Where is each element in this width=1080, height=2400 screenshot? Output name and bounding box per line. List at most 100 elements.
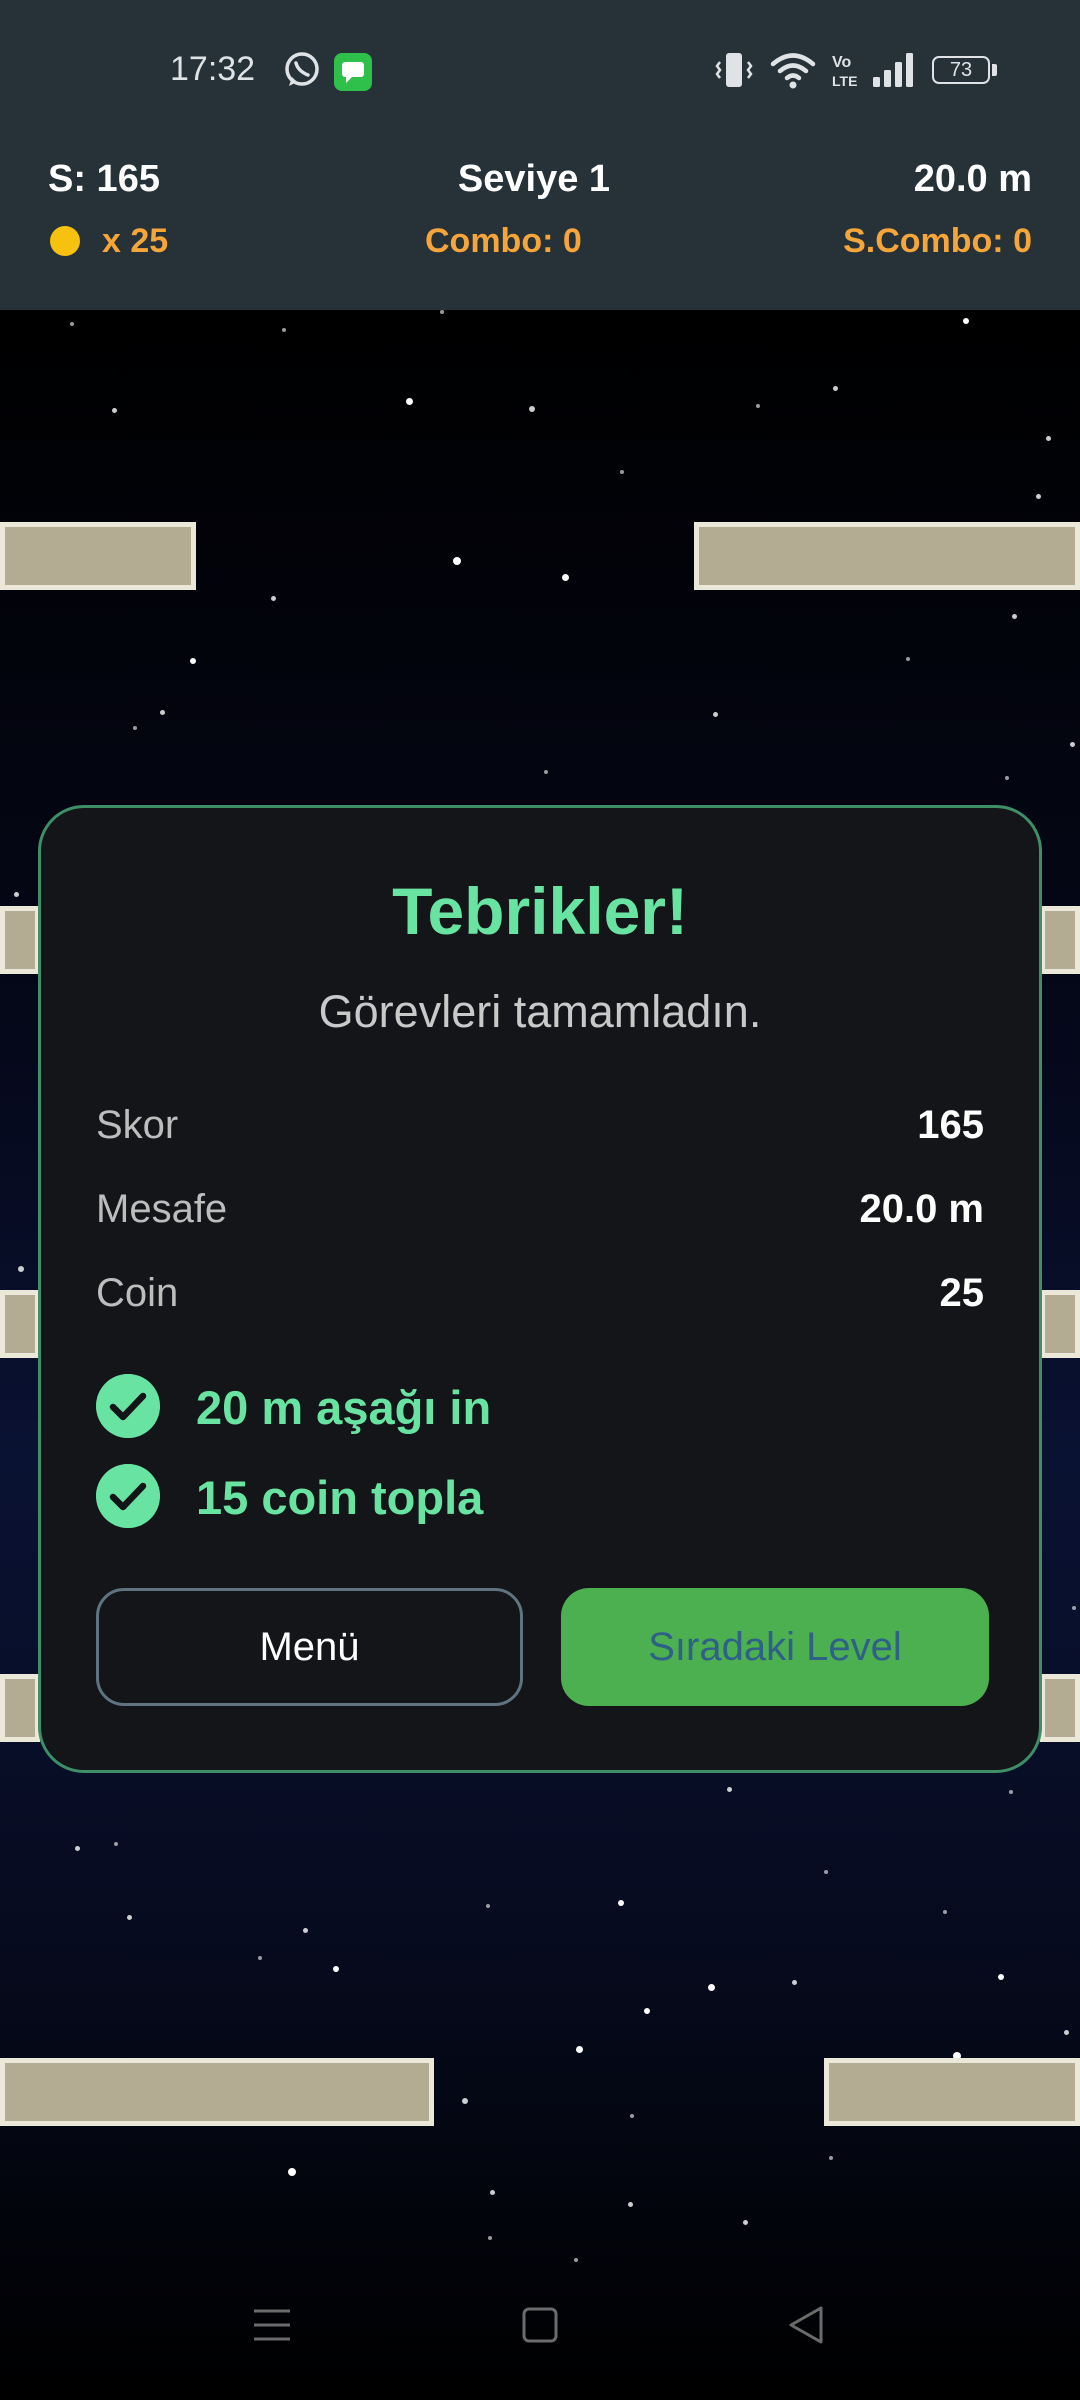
- star: [1046, 436, 1051, 441]
- star: [562, 574, 569, 581]
- task-label: 15 coin topla: [196, 1471, 484, 1524]
- star: [462, 2098, 468, 2104]
- star: [303, 1928, 308, 1933]
- hud-combo: Combo: 0: [425, 222, 582, 260]
- platform: [824, 2058, 1080, 2126]
- star: [282, 328, 286, 332]
- star: [824, 1870, 828, 1874]
- star: [70, 322, 74, 326]
- platform: [1040, 906, 1080, 974]
- star: [133, 726, 137, 730]
- star: [127, 1915, 132, 1920]
- star: [288, 2168, 296, 2176]
- star: [258, 1956, 262, 1960]
- star: [114, 1842, 118, 1846]
- star: [160, 710, 165, 715]
- star: [574, 2258, 578, 2262]
- star: [727, 1787, 732, 1792]
- stat-value-coin: 25: [939, 1271, 985, 1315]
- star: [620, 470, 624, 474]
- star: [792, 1980, 797, 1985]
- star: [544, 770, 548, 774]
- platform: [0, 906, 40, 974]
- top-bar: 17:32 Vo LTE 73 S: 165 Seviye 1 20.0 m x…: [0, 0, 1080, 310]
- star: [1072, 1606, 1076, 1610]
- coin-icon: [50, 226, 80, 256]
- star: [1012, 614, 1017, 619]
- star: [1036, 494, 1041, 499]
- dialog-title: Tebrikler!: [392, 874, 688, 948]
- signal-icon: [873, 53, 913, 87]
- volte-icon: Vo LTE: [832, 54, 857, 89]
- star: [576, 2046, 583, 2053]
- stat-label-score: Skor: [96, 1103, 179, 1147]
- star: [333, 1966, 339, 1972]
- star: [708, 1984, 715, 1991]
- platform: [0, 522, 196, 590]
- menu-button[interactable]: Menü: [96, 1588, 523, 1706]
- back-triangle-icon[interactable]: [786, 2305, 826, 2345]
- hud-distance: 20.0 m: [913, 158, 1032, 200]
- next-level-button[interactable]: Sıradaki Level: [561, 1588, 989, 1706]
- star: [943, 1910, 947, 1914]
- vibrate-icon: [715, 53, 753, 87]
- star: [713, 712, 718, 717]
- stat-label-distance: Mesafe: [96, 1187, 228, 1231]
- messages-icon: [334, 53, 372, 91]
- platform: [0, 1674, 40, 1742]
- star: [486, 1904, 490, 1908]
- svg-text:Vo: Vo: [832, 54, 851, 71]
- star: [829, 2156, 833, 2160]
- whatsapp-icon: [285, 52, 319, 86]
- star: [529, 406, 535, 412]
- star: [833, 386, 838, 391]
- hud-coins: x 25: [102, 222, 169, 260]
- star: [743, 2220, 748, 2225]
- battery-icon: 73: [932, 56, 990, 84]
- platform: [0, 1290, 40, 1358]
- star: [628, 2202, 633, 2207]
- star: [1070, 742, 1075, 747]
- star: [490, 2190, 495, 2195]
- star: [406, 398, 413, 405]
- star: [630, 2114, 634, 2118]
- task-label: 20 m aşağı in: [196, 1381, 492, 1434]
- platform: [0, 2058, 434, 2126]
- star: [271, 596, 276, 601]
- svg-text:LTE: LTE: [832, 73, 857, 89]
- wifi-icon: [770, 53, 816, 89]
- hud-level: Seviye 1: [457, 158, 611, 200]
- platform: [694, 522, 1080, 590]
- star: [75, 1846, 80, 1851]
- platform: [1040, 1290, 1080, 1358]
- star: [998, 1974, 1004, 1980]
- star: [1005, 776, 1009, 780]
- star: [488, 2236, 492, 2240]
- stat-label-coin: Coin: [96, 1271, 179, 1315]
- level-complete-dialog: Tebrikler! Görevleri tamamladın. Skor 16…: [38, 805, 1042, 1773]
- menu-icon[interactable]: [252, 2305, 292, 2345]
- star: [963, 318, 969, 324]
- star: [1064, 2030, 1069, 2035]
- star: [756, 404, 760, 408]
- star: [112, 408, 117, 413]
- home-square-icon[interactable]: [521, 2305, 559, 2345]
- status-time: 17:32: [170, 50, 256, 88]
- dialog-subtitle: Görevleri tamamladın.: [318, 986, 762, 1037]
- star: [453, 557, 461, 565]
- star: [1009, 1790, 1013, 1794]
- star: [440, 310, 444, 314]
- checkmark-icon: [96, 1464, 160, 1528]
- platform: [1040, 1674, 1080, 1742]
- stat-value-score: 165: [917, 1103, 984, 1147]
- checkmark-icon: [96, 1374, 160, 1438]
- star: [190, 658, 196, 664]
- stat-value-distance: 20.0 m: [859, 1187, 984, 1231]
- star: [618, 1900, 624, 1906]
- star: [14, 892, 19, 897]
- star: [906, 657, 910, 661]
- star: [644, 2008, 650, 2014]
- hud-super-combo: S.Combo: 0: [843, 222, 1032, 260]
- star: [18, 1266, 24, 1272]
- battery-level: 73: [949, 58, 973, 81]
